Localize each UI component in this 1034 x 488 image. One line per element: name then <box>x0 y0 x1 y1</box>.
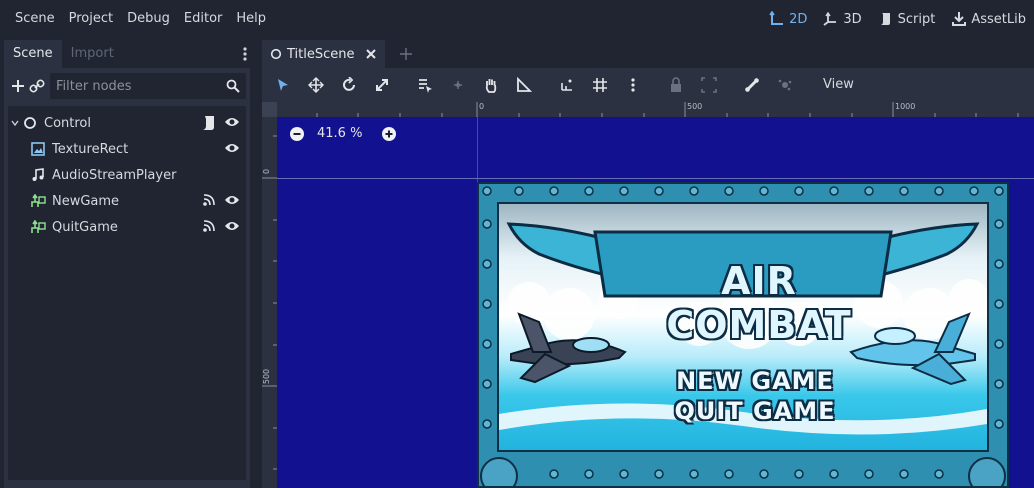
main-menu: Scene Project Debug Editor Help <box>0 0 273 38</box>
game-screen: AIR COMBAT NEW GAME QUIT GAME <box>497 202 989 452</box>
canvas-viewport: 0 500 1000 0 500 41.6 % AIR COMBAT NEW G… <box>262 102 1034 488</box>
select-tool-icon[interactable] <box>266 72 299 98</box>
pivot-tool-icon[interactable] <box>441 72 474 98</box>
game-title: AIR COMBAT <box>666 259 852 347</box>
title-scene-preview[interactable]: AIR COMBAT NEW GAME QUIT GAME <box>477 182 1009 488</box>
mode-3d-label: 3D <box>843 11 862 27</box>
visibility-eye-icon[interactable] <box>224 193 240 207</box>
scene-tree: Control TextureRect AudioStreamPlayer Ne… <box>8 106 246 480</box>
instance-link-icon[interactable] <box>27 73 46 99</box>
mode-script-label: Script <box>897 11 936 27</box>
scene-tab-label: TitleScene <box>287 46 355 62</box>
tree-item-label: NewGame <box>52 193 120 209</box>
ruler-top: 0 500 1000 <box>268 102 1034 117</box>
scene-dock: Scene Import Control <box>4 40 250 488</box>
zoom-controls: 41.6 % <box>290 126 397 141</box>
texture-button-icon <box>30 219 46 235</box>
tab-import[interactable]: Import <box>62 40 123 68</box>
close-icon[interactable] <box>365 48 377 60</box>
list-select-icon[interactable] <box>408 72 441 98</box>
tree-item-audiostreamplayer[interactable]: AudioStreamPlayer <box>8 162 246 188</box>
chevron-down-icon[interactable] <box>8 119 22 127</box>
menu-project[interactable]: Project <box>62 0 120 38</box>
filter-nodes-field[interactable] <box>50 73 246 99</box>
mode-2d-button[interactable]: 2D <box>769 11 807 27</box>
tab-scene[interactable]: Scene <box>4 40 62 68</box>
filter-nodes-input[interactable] <box>56 78 226 94</box>
tree-item-label: TextureRect <box>52 141 129 157</box>
2d-icon <box>769 11 784 25</box>
ruler-corner[interactable] <box>262 102 277 117</box>
menu-scene[interactable]: Scene <box>8 0 62 38</box>
dock-tabs: Scene Import <box>4 40 250 68</box>
ruler-left: 0 500 <box>262 117 277 488</box>
menu-debug[interactable]: Debug <box>120 0 177 38</box>
rotate-tool-icon[interactable] <box>332 72 365 98</box>
visibility-eye-icon[interactable] <box>224 115 240 131</box>
zoom-out-icon[interactable] <box>290 126 304 141</box>
move-tool-icon[interactable] <box>299 72 332 98</box>
editor-canvas[interactable]: 41.6 % AIR COMBAT NEW GAME QUIT GAME <box>277 117 1034 488</box>
visibility-eye-icon[interactable] <box>224 141 240 155</box>
ruler-tool-icon[interactable] <box>507 72 540 98</box>
signal-connected-icon[interactable] <box>202 219 216 233</box>
dock-menu-icon[interactable] <box>242 46 248 66</box>
quit-game-button[interactable]: QUIT GAME <box>665 397 845 425</box>
tree-item-label: AudioStreamPlayer <box>52 167 177 183</box>
mode-2d-label: 2D <box>789 11 808 27</box>
scale-tool-icon[interactable] <box>365 72 398 98</box>
tree-item-texturerect[interactable]: TextureRect <box>8 136 246 162</box>
zoom-level[interactable]: 41.6 % <box>317 126 362 141</box>
script-icon <box>880 13 890 25</box>
view-menu-button[interactable]: View <box>815 72 862 98</box>
tree-item-quitgame[interactable]: QuitGame <box>8 214 246 240</box>
mode-assetlib-label: AssetLib <box>971 11 1026 27</box>
menu-bar: Scene Project Debug Editor Help 2D 3D Sc… <box>0 0 1034 38</box>
smart-snap-icon[interactable] <box>550 72 583 98</box>
download-icon <box>952 12 967 26</box>
editor-scene-tabs: TitleScene <box>262 40 413 68</box>
tree-item-newgame[interactable]: NewGame <box>8 188 246 214</box>
ruler-label: 1000 <box>895 102 916 111</box>
visibility-eye-icon[interactable] <box>224 219 240 233</box>
tab-titlescene[interactable]: TitleScene <box>262 40 385 68</box>
tree-item-label: QuitGame <box>52 219 118 235</box>
menu-editor[interactable]: Editor <box>177 0 229 38</box>
control-icon <box>270 48 282 60</box>
bone-icon[interactable] <box>735 72 768 98</box>
ruler-label: 0 <box>479 102 485 111</box>
search-icon <box>226 79 240 93</box>
dock-toolbar <box>4 68 250 104</box>
tree-item-control[interactable]: Control <box>8 110 246 136</box>
ruler-label: 500 <box>687 102 703 111</box>
group-icon[interactable] <box>692 72 725 98</box>
ruler-label: 0 <box>262 168 272 175</box>
audio-stream-icon <box>30 167 46 183</box>
zoom-in-icon[interactable] <box>382 126 397 141</box>
texture-button-icon <box>30 193 46 209</box>
more-options-icon[interactable] <box>616 72 649 98</box>
ruler-label: 500 <box>262 368 272 385</box>
particles-icon[interactable] <box>768 72 801 98</box>
workspace-modes: 2D 3D Script AssetLib <box>753 0 1026 38</box>
add-node-icon[interactable] <box>8 73 27 99</box>
texture-rect-icon <box>30 141 46 157</box>
mode-assetlib-button[interactable]: AssetLib <box>951 11 1026 27</box>
control-icon <box>22 115 38 131</box>
new-game-button[interactable]: NEW GAME <box>665 367 845 395</box>
x-axis-line <box>277 178 1034 179</box>
mode-script-button[interactable]: Script <box>878 11 936 27</box>
3d-icon <box>823 11 837 26</box>
viewport-toolbar: View <box>262 68 1034 102</box>
menu-help[interactable]: Help <box>229 0 273 38</box>
lock-icon[interactable] <box>659 72 692 98</box>
tree-item-label: Control <box>44 115 91 131</box>
signal-connected-icon[interactable] <box>202 193 216 207</box>
grid-snap-icon[interactable] <box>583 72 616 98</box>
pan-hand-icon[interactable] <box>474 72 507 98</box>
mode-3d-button[interactable]: 3D <box>823 11 862 27</box>
new-scene-tab-icon[interactable] <box>399 47 413 61</box>
script-attached-icon[interactable] <box>202 115 216 131</box>
